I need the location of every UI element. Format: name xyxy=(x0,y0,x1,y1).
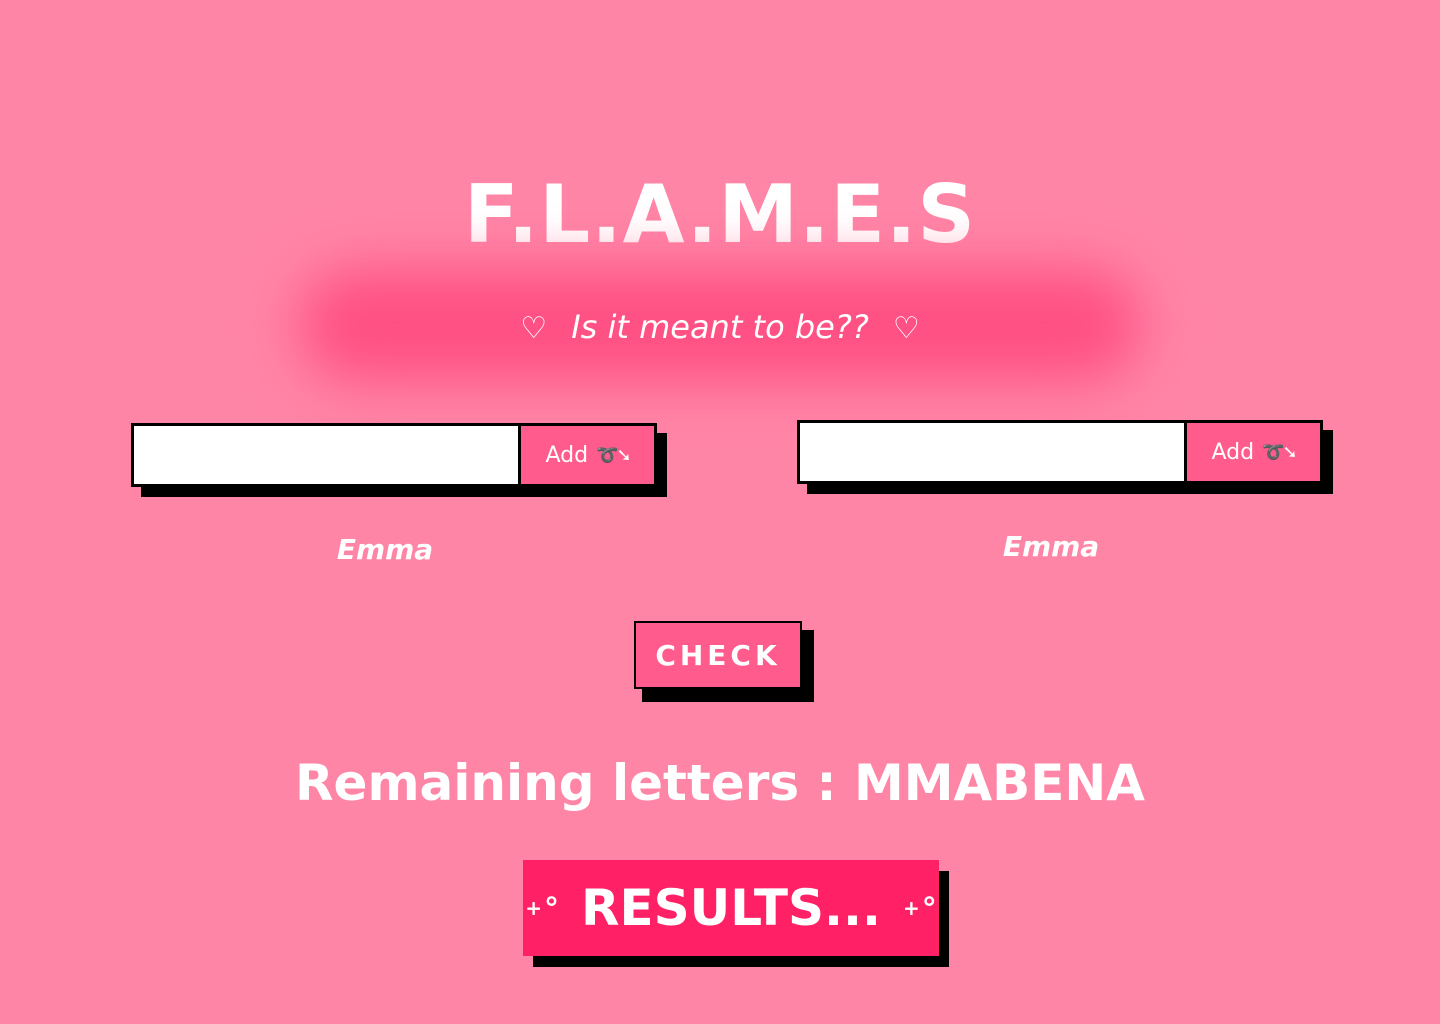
arrow-icon: ➰➘ xyxy=(1262,441,1297,463)
remaining-letters: Remaining letters : MMABENA xyxy=(295,754,1145,812)
check-button-wrap: CHECK xyxy=(634,621,814,703)
name-display-2: Emma xyxy=(1002,530,1100,563)
name-display-1: Emma xyxy=(336,533,434,566)
add-button-label: Add xyxy=(545,442,589,468)
heart-icon: ♡ xyxy=(520,311,548,346)
heart-icon: ♡ xyxy=(892,311,920,346)
tagline-text: Is it meant to be?? xyxy=(571,308,869,346)
add-button-label: Add xyxy=(1211,439,1255,465)
check-button[interactable]: CHECK xyxy=(634,621,802,689)
results-button-wrap: + ° RESULTS... + ° xyxy=(523,860,949,968)
sparkle-icon: + ° xyxy=(525,892,560,927)
add-button-1[interactable]: Add ➰➘ xyxy=(518,423,657,487)
sparkle-icon: + ° xyxy=(902,892,937,927)
results-button[interactable]: + ° RESULTS... + ° xyxy=(523,860,939,956)
flames-page: F.L.A.M.E.S ♡ Is it meant to be?? ♡ Add ➰➘… xyxy=(0,0,1440,1024)
add-button-2[interactable]: Add ➰➘ xyxy=(1184,420,1323,484)
page-title: F.L.A.M.E.S xyxy=(463,168,977,261)
tagline: ♡ Is it meant to be?? ♡ xyxy=(0,305,1440,351)
arrow-icon: ➰➘ xyxy=(596,444,631,466)
name-input-1[interactable] xyxy=(131,423,541,487)
name-input-group-2: Add ➰➘ xyxy=(797,420,1333,494)
results-label: RESULTS... xyxy=(581,879,881,937)
name-input-group-1: Add ➰➘ xyxy=(131,423,667,497)
name-input-2[interactable] xyxy=(797,420,1207,484)
